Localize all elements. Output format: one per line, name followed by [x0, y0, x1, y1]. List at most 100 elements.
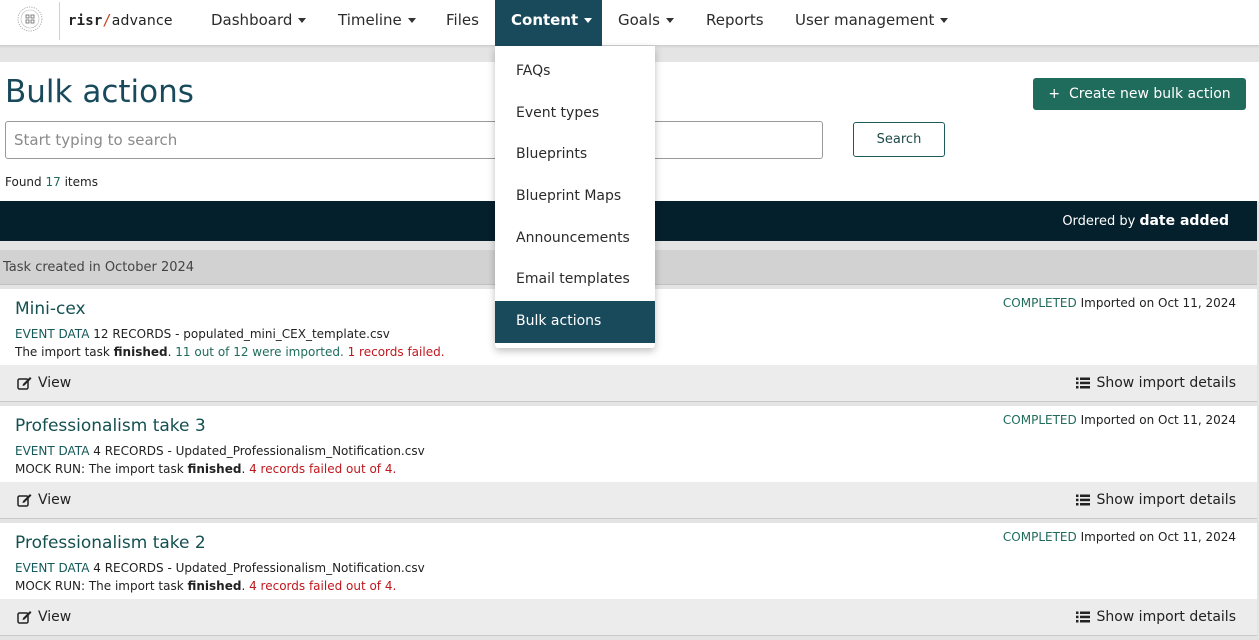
task-meta: EVENT DATA 12 RECORDS - populated_mini_C…	[15, 327, 390, 341]
task-result: MOCK RUN: The import task finished. 4 re…	[15, 462, 397, 476]
status-badge: COMPLETED	[1002, 296, 1077, 310]
result-prefix: MOCK RUN: The import task	[15, 579, 184, 593]
nav-dashboard-label: Dashboard	[211, 11, 293, 29]
imported-date: Imported on Oct 11, 2024	[1080, 413, 1236, 427]
chevron-down-icon	[298, 18, 307, 23]
result-state: finished	[113, 345, 168, 359]
logo-divider	[59, 2, 60, 40]
task-title[interactable]: Professionalism take 3	[15, 416, 206, 436]
menu-item-bulk-actions[interactable]: Bulk actions	[495, 301, 655, 343]
task-records: 4 RECORDS	[93, 561, 164, 575]
menu-item-event-types[interactable]: Event types	[495, 93, 655, 135]
menu-item-blueprint-maps[interactable]: Blueprint Maps	[495, 176, 655, 218]
view-label: View	[38, 492, 72, 508]
view-button[interactable]: View	[17, 375, 71, 391]
chevron-down-icon	[940, 18, 949, 23]
plus-icon: +	[1048, 86, 1069, 102]
nav-user-management-label: User management	[795, 11, 935, 29]
sort-prefix: Ordered by	[1062, 214, 1136, 229]
result-fail: 4 records failed out of 4.	[249, 579, 397, 593]
task-result: MOCK RUN: The import task finished. 4 re…	[15, 579, 397, 593]
task-status: COMPLETED Imported on Oct 11, 2024	[1003, 530, 1236, 544]
status-badge: COMPLETED	[1002, 530, 1077, 544]
task-card: Professionalism take 3 COMPLETED Importe…	[0, 406, 1257, 519]
create-bulk-action-button[interactable]: + Create new bulk action	[1033, 78, 1246, 110]
brand-slash: /	[102, 11, 112, 29]
list-icon	[1076, 611, 1091, 623]
task-card: Professionalism take 2 COMPLETED Importe…	[0, 523, 1257, 636]
menu-item-email-templates[interactable]: Email templates	[495, 259, 655, 301]
chevron-down-icon	[407, 18, 416, 23]
sort-field: date added	[1139, 213, 1229, 229]
list-icon	[1076, 494, 1091, 506]
found-prefix: Found	[5, 175, 42, 189]
result-ok: 11 out of 12 were imported.	[175, 345, 344, 359]
search-input[interactable]	[5, 121, 823, 159]
view-button[interactable]: View	[17, 609, 71, 625]
task-type: EVENT DATA	[15, 444, 90, 458]
nav-reports[interactable]: Reports	[690, 0, 780, 40]
chevron-down-icon	[665, 18, 674, 23]
view-button[interactable]: View	[17, 492, 71, 508]
brand-risr: risr	[68, 13, 103, 29]
view-label: View	[38, 609, 72, 625]
task-meta: EVENT DATA 4 RECORDS - Updated_Professio…	[15, 444, 425, 458]
nav-timeline-label: Timeline	[338, 11, 402, 29]
nav-files-label: Files	[446, 11, 479, 29]
task-type: EVENT DATA	[15, 327, 90, 341]
task-card-footer: View Show import details	[0, 482, 1257, 518]
brand-logo[interactable]: risr/advance	[68, 11, 173, 29]
show-import-details-button[interactable]: Show import details	[1076, 492, 1236, 508]
nav-reports-label: Reports	[706, 11, 764, 29]
task-file: - Updated_Professionalism_Notification.c…	[167, 561, 425, 575]
task-status: COMPLETED Imported on Oct 11, 2024	[1003, 413, 1236, 427]
details-label: Show import details	[1096, 609, 1236, 625]
task-title[interactable]: Mini-cex	[15, 299, 86, 319]
list-icon	[1076, 377, 1091, 389]
task-type: EVENT DATA	[15, 561, 90, 575]
menu-item-blueprints[interactable]: Blueprints	[495, 134, 655, 176]
show-import-details-button[interactable]: Show import details	[1076, 609, 1236, 625]
edit-icon	[17, 611, 32, 624]
edit-icon	[17, 494, 32, 507]
nav-dashboard[interactable]: Dashboard	[195, 0, 322, 40]
create-bulk-action-label: Create new bulk action	[1068, 86, 1231, 102]
details-label: Show import details	[1096, 375, 1236, 391]
nav-timeline[interactable]: Timeline	[322, 0, 432, 40]
nav-content[interactable]: Content	[495, 0, 602, 46]
view-label: View	[38, 375, 72, 391]
menu-item-announcements[interactable]: Announcements	[495, 218, 655, 260]
task-card-footer: View Show import details	[0, 599, 1257, 635]
sort-control[interactable]: Ordered by date added	[1062, 213, 1229, 229]
imported-date: Imported on Oct 11, 2024	[1080, 530, 1236, 544]
month-group-title: Task created in October 2024	[3, 260, 195, 275]
task-records: 12 RECORDS	[93, 327, 172, 341]
show-import-details-button[interactable]: Show import details	[1076, 375, 1236, 391]
found-suffix: items	[64, 175, 98, 189]
brand-advance: advance	[111, 13, 173, 29]
result-state: finished	[187, 579, 242, 593]
menu-item-faqs[interactable]: FAQs	[495, 51, 655, 93]
nav-content-label: Content	[511, 11, 579, 29]
content-dropdown-menu: FAQs Event types Blueprints Blueprint Ma…	[495, 46, 655, 348]
result-fail: 4 records failed out of 4.	[249, 462, 397, 476]
result-prefix: MOCK RUN: The import task	[15, 462, 184, 476]
found-count: 17	[45, 175, 61, 189]
task-result: The import task finished. 11 out of 12 w…	[15, 345, 445, 359]
task-status: COMPLETED Imported on Oct 11, 2024	[1003, 296, 1236, 310]
results-count: Found 17 items	[5, 175, 98, 189]
task-file: - populated_mini_CEX_template.csv	[175, 327, 390, 341]
task-records: 4 RECORDS	[93, 444, 164, 458]
institution-seal-logo[interactable]	[17, 6, 43, 32]
task-title[interactable]: Professionalism take 2	[15, 533, 206, 553]
nav-user-management[interactable]: User management	[779, 0, 964, 40]
search-button[interactable]: Search	[853, 122, 945, 157]
top-navbar: risr/advance Dashboard Timeline Files Co…	[0, 0, 1259, 46]
task-card-footer: View Show import details	[0, 365, 1257, 401]
nav-files[interactable]: Files	[430, 0, 495, 40]
nav-goals[interactable]: Goals	[602, 0, 690, 40]
details-label: Show import details	[1096, 492, 1236, 508]
chevron-down-icon	[584, 18, 593, 23]
task-meta: EVENT DATA 4 RECORDS - Updated_Professio…	[15, 561, 425, 575]
result-prefix: The import task	[15, 345, 110, 359]
